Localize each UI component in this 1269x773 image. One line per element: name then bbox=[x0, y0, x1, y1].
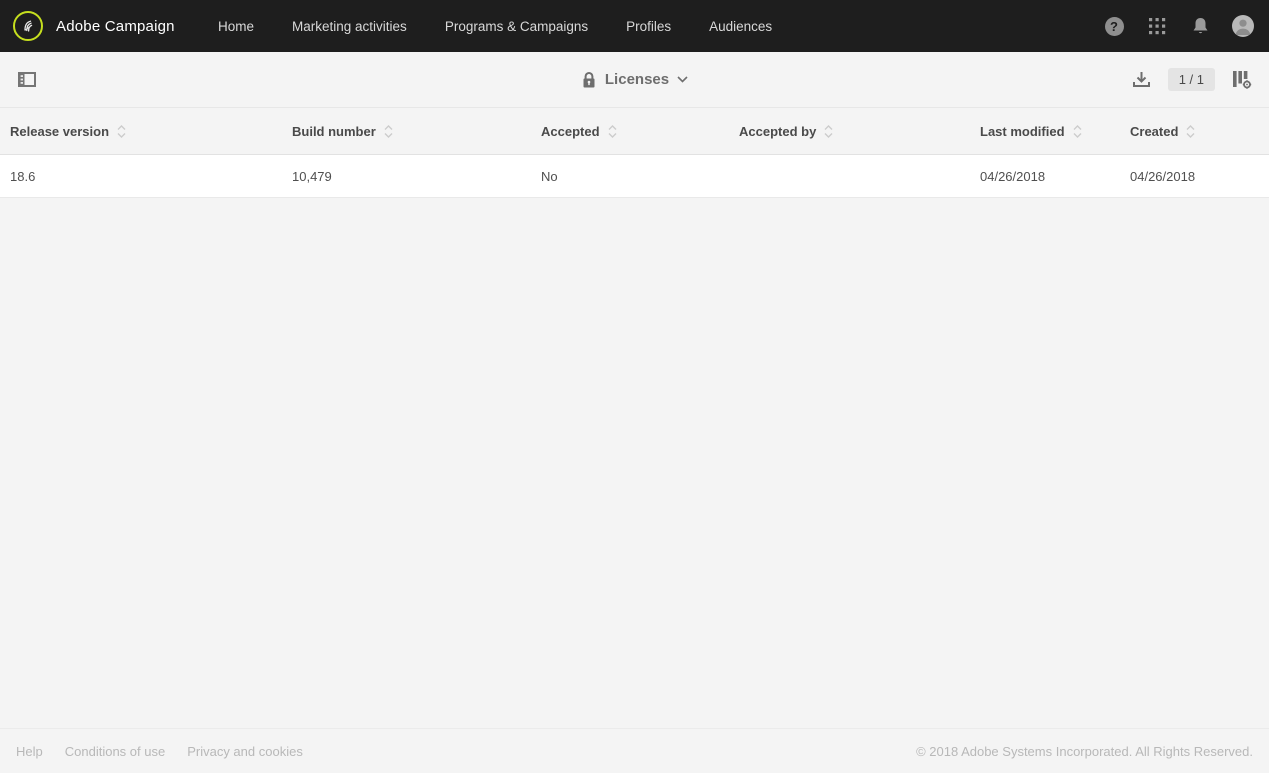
sort-icon bbox=[1186, 124, 1195, 138]
footer-link-conditions-of-use[interactable]: Conditions of use bbox=[65, 744, 165, 759]
table-row[interactable]: 18.6 10,479 No 04/26/2018 04/26/2018 bbox=[0, 155, 1269, 198]
apps-grid-icon[interactable] bbox=[1146, 15, 1168, 37]
adobe-campaign-logo-icon bbox=[13, 11, 43, 41]
column-header-last-modified[interactable]: Last modified bbox=[970, 108, 1120, 154]
nav-item-marketing-activities[interactable]: Marketing activities bbox=[292, 19, 407, 34]
user-avatar[interactable] bbox=[1232, 15, 1254, 37]
brand-name: Adobe Campaign bbox=[56, 17, 175, 35]
lock-icon bbox=[581, 71, 597, 89]
sort-icon bbox=[608, 124, 617, 138]
configure-columns-icon[interactable] bbox=[1232, 70, 1252, 89]
cell-created: 04/26/2018 bbox=[1130, 168, 1196, 184]
table-header-row: Release version Build number Accepted Ac… bbox=[0, 108, 1269, 155]
sort-icon bbox=[117, 124, 126, 138]
nav-item-programs-campaigns[interactable]: Programs & Campaigns bbox=[445, 19, 588, 34]
empty-content-area bbox=[0, 198, 1269, 728]
nav-item-profiles[interactable]: Profiles bbox=[626, 19, 671, 34]
avatar-silhouette-icon bbox=[1232, 15, 1254, 37]
page-indicator: 1 / 1 bbox=[1167, 68, 1215, 91]
help-icon[interactable]: ? bbox=[1103, 15, 1125, 37]
page-title: Licenses bbox=[604, 71, 670, 88]
licenses-table: Release version Build number Accepted Ac… bbox=[0, 108, 1269, 198]
sort-icon bbox=[384, 124, 393, 138]
download-icon[interactable] bbox=[1132, 71, 1151, 88]
column-header-accepted[interactable]: Accepted bbox=[531, 108, 729, 154]
cell-accepted: No bbox=[541, 168, 558, 184]
column-header-release-version[interactable]: Release version bbox=[0, 108, 282, 154]
sort-icon bbox=[1073, 124, 1082, 138]
chevron-down-icon bbox=[677, 76, 688, 83]
column-header-accepted-by[interactable]: Accepted by bbox=[729, 108, 970, 154]
column-header-created[interactable]: Created bbox=[1120, 108, 1269, 154]
top-navigation-bar: Adobe Campaign Home Marketing activities… bbox=[0, 0, 1269, 52]
nav-item-home[interactable]: Home bbox=[218, 19, 254, 34]
footer-link-help[interactable]: Help bbox=[16, 744, 43, 759]
main-menu: Home Marketing activities Programs & Cam… bbox=[218, 19, 772, 34]
column-header-build-number[interactable]: Build number bbox=[282, 108, 531, 154]
action-toolbar: Licenses 1 / 1 bbox=[0, 52, 1269, 108]
sort-icon bbox=[824, 124, 833, 138]
copyright-text: © 2018 Adobe Systems Incorporated. All R… bbox=[916, 743, 1253, 759]
view-title-dropdown[interactable]: Licenses bbox=[581, 71, 688, 89]
cell-build-number: 10,479 bbox=[292, 168, 332, 184]
list-view-toggle-icon[interactable] bbox=[18, 72, 36, 87]
footer-link-privacy-and-cookies[interactable]: Privacy and cookies bbox=[187, 744, 303, 759]
cell-last-modified: 04/26/2018 bbox=[980, 168, 1046, 184]
cell-release-version: 18.6 bbox=[10, 168, 36, 184]
topnav-utilities: ? bbox=[1103, 15, 1269, 37]
nav-item-audiences[interactable]: Audiences bbox=[709, 19, 772, 34]
notifications-bell-icon[interactable] bbox=[1189, 15, 1211, 37]
footer-links: Help Conditions of use Privacy and cooki… bbox=[0, 744, 303, 759]
page-footer: Help Conditions of use Privacy and cooki… bbox=[0, 728, 1269, 773]
brand: Adobe Campaign bbox=[0, 11, 218, 41]
